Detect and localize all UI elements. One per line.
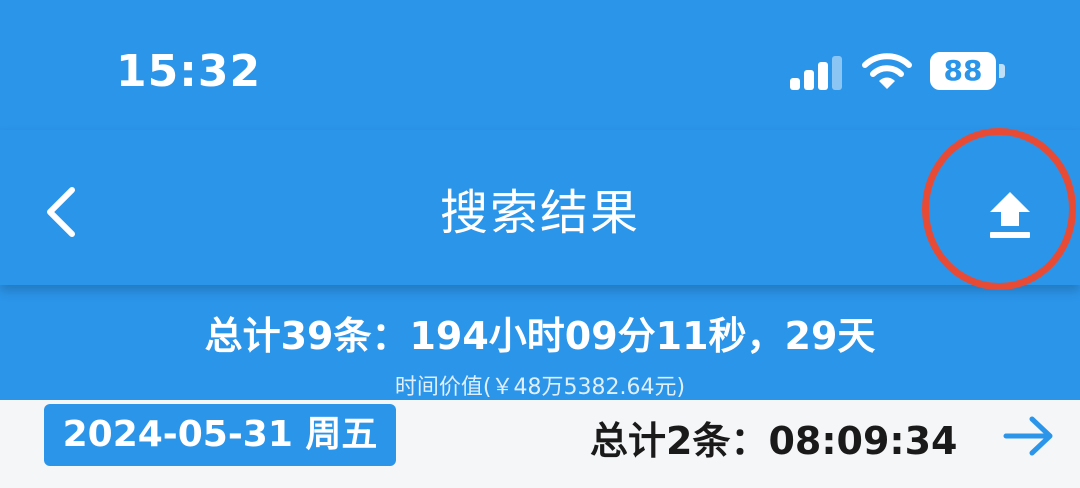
status-time: 15:32	[116, 46, 262, 97]
page-title: 搜索结果	[439, 185, 640, 241]
summary-total: 总计39条：194小时09分11秒，29天	[204, 314, 876, 358]
highlight-circle	[922, 128, 1076, 290]
nav-bar: 搜索结果	[0, 130, 1080, 285]
signal-icon	[790, 56, 846, 90]
arrow-right-icon[interactable]	[1002, 414, 1058, 458]
battery-icon: 88	[930, 52, 996, 90]
summary-time-value: 时间价值(￥48万5382.64元)	[394, 375, 686, 400]
list-item[interactable]: 2024-05-31 周五 总计2条：08:09:34	[0, 400, 1080, 488]
wifi-icon	[862, 53, 912, 89]
status-bar: 15:32 88	[0, 0, 1080, 130]
date-badge: 2024-05-31 周五	[44, 404, 396, 466]
summary-panel: 总计39条：194小时09分11秒，29天 时间价值(￥48万5382.64元)	[0, 285, 1080, 400]
battery-tip	[999, 64, 1005, 78]
row-total: 总计2条：08:09:34	[590, 419, 958, 463]
